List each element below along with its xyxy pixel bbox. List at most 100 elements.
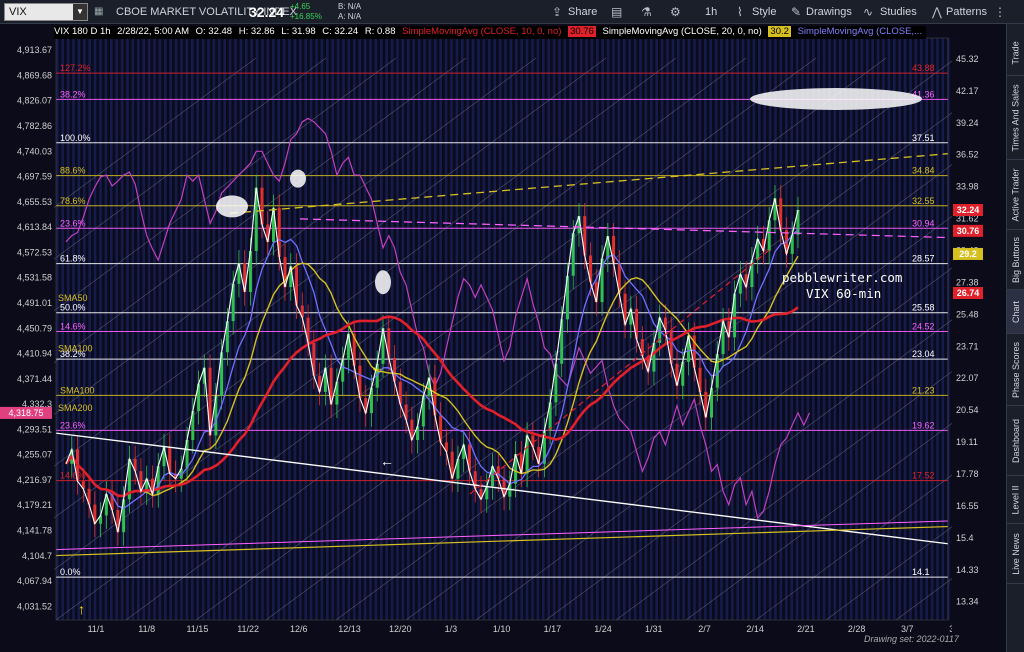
high-value: H: 32.86	[238, 26, 275, 37]
share-button[interactable]: Share	[568, 0, 597, 24]
x-tick-label: 11/1	[88, 624, 105, 634]
price-chart[interactable]: 11/1 11/8 11/15 11/22 12/6 12/13 12/20 1/3 1/10 1…	[0, 24, 1006, 652]
left-tick-label: 4,740.03	[17, 146, 52, 156]
chevron-down-icon[interactable]: ▼	[73, 4, 87, 20]
share-icon[interactable]: ⇪	[552, 0, 562, 24]
x-tick-label: 1/31	[645, 624, 663, 634]
sidebar-tab-phase-scores[interactable]: Phase Scores	[1007, 334, 1024, 406]
menu-icon[interactable]: ⋮	[994, 0, 1006, 24]
session-stripe	[417, 38, 421, 620]
sidebar-tab-times-and-sales[interactable]: Times And Sales	[1007, 76, 1024, 160]
session-stripe	[612, 38, 615, 620]
session-stripe	[844, 38, 847, 620]
watermark: pebblewriter.com VIX 60-min	[782, 270, 902, 302]
sidebar-tab-label: Trade	[1011, 40, 1021, 65]
range-value: R: 0.88	[364, 26, 396, 37]
fib-level-value: 34.84	[912, 166, 935, 176]
session-stripe	[898, 38, 901, 620]
bid-value: B: N/A	[338, 2, 362, 11]
session-stripe	[542, 38, 545, 620]
session-stripe	[390, 38, 394, 620]
session-stripe	[801, 38, 804, 620]
session-stripe	[363, 38, 367, 620]
right-tick-label: 33.98	[956, 182, 979, 192]
left-tick-label: 4,179.21	[17, 500, 52, 510]
sidebar-tab-trade[interactable]: Trade	[1007, 30, 1024, 76]
session-stripe	[893, 38, 896, 620]
sidebar-tab-live-news[interactable]: Live News	[1007, 524, 1024, 584]
top-toolbar: VIX ▼ ▦ CBOE MARKET VOLATILITY INDEX 32.…	[0, 0, 1024, 24]
close-value: C: 32.24	[322, 26, 359, 37]
x-tick-label: 2/7	[698, 624, 711, 634]
arrow-up-icon: ↑	[78, 601, 85, 617]
net-change: +4.65	[290, 2, 311, 11]
sidebar-tab-label: Live News	[1011, 532, 1022, 575]
x-tick-label: 2/14	[746, 624, 764, 634]
left-tick-label: 4,826.07	[17, 96, 52, 106]
highlight-oval	[750, 88, 922, 111]
highlight-oval	[290, 169, 306, 188]
left-tick-label: 4,531.58	[17, 273, 52, 283]
watermark-line1: pebblewriter.com	[782, 270, 903, 285]
session-stripe	[282, 38, 286, 620]
drawings-button[interactable]: Drawings	[806, 0, 852, 24]
session-stripe	[255, 38, 259, 620]
fib-level-pct: 61.8%	[60, 254, 86, 264]
session-stripe	[833, 38, 837, 620]
right-tick-label: 17.78	[956, 469, 979, 479]
x-tick-label: 11/22	[237, 624, 259, 634]
session-stripe	[369, 38, 372, 620]
flask-icon[interactable]: ⚗	[641, 0, 652, 24]
symbol-input[interactable]: VIX ▼	[4, 3, 88, 21]
style-button[interactable]: Style	[752, 0, 776, 24]
session-stripe	[461, 38, 464, 620]
session-stripe	[423, 38, 426, 620]
session-stripe	[887, 38, 891, 620]
sidebar-tab-active-trader[interactable]: Active Trader	[1007, 160, 1024, 230]
session-stripe	[180, 38, 183, 620]
session-stripe	[147, 38, 151, 620]
session-stripe	[439, 38, 442, 620]
fib-level-pct: 78.6%	[60, 196, 86, 206]
session-stripe	[779, 38, 783, 620]
drawings-icon[interactable]: ✎	[791, 0, 801, 24]
gear-icon[interactable]: ⚙	[670, 0, 681, 24]
left-tick-label: 4,655.53	[17, 197, 52, 207]
sidebar-tab-chart[interactable]: Chart	[1007, 290, 1024, 334]
session-stripe	[536, 38, 540, 620]
session-stripe	[817, 38, 820, 620]
session-stripe	[272, 38, 275, 620]
print-icon[interactable]: ▤	[611, 0, 622, 24]
session-stripe	[617, 38, 621, 620]
sidebar-tab-dashboard[interactable]: Dashboard	[1007, 406, 1024, 476]
fib-level-pct: 127.2%	[60, 63, 91, 73]
patterns-icon[interactable]: ⋀	[932, 0, 942, 24]
right-tick-label: 23.71	[956, 341, 979, 351]
fib-level-value: 25.58	[912, 303, 935, 313]
session-stripe	[153, 38, 156, 620]
session-stripe	[806, 38, 810, 620]
patterns-button[interactable]: Patterns	[946, 0, 987, 24]
drawing-set-label: Drawing set: 2022-0117	[864, 634, 959, 644]
studies-icon[interactable]: ∿	[863, 0, 873, 24]
session-stripe	[822, 38, 826, 620]
link-icon[interactable]: ▦	[94, 0, 103, 24]
chart-panel[interactable]: 11/1 11/8 11/15 11/22 12/6 12/13 12/20 1/3 1/10 1…	[0, 24, 1006, 652]
timeframe-button[interactable]: 1h	[705, 0, 717, 24]
style-icon[interactable]: ⌇	[737, 0, 743, 24]
x-tick-label: 12/20	[389, 624, 412, 634]
price-tag-label: 30.76	[957, 226, 980, 236]
sidebar-tab-level-ii[interactable]: Level II	[1007, 476, 1024, 524]
session-stripe	[493, 38, 496, 620]
session-stripe	[174, 38, 178, 620]
session-stripe	[196, 38, 199, 620]
left-tick-label: 4,913.67	[17, 45, 52, 55]
session-stripe	[266, 38, 270, 620]
fib-level-pct: 38.2%	[60, 89, 86, 99]
session-stripe	[331, 38, 334, 620]
sidebar-tab-big-buttons[interactable]: Big Buttons	[1007, 230, 1024, 290]
price-tag-label: 29.2	[959, 249, 977, 259]
session-stripe	[606, 38, 610, 620]
x-tick-label: 11/15	[186, 624, 208, 634]
studies-button[interactable]: Studies	[880, 0, 917, 24]
